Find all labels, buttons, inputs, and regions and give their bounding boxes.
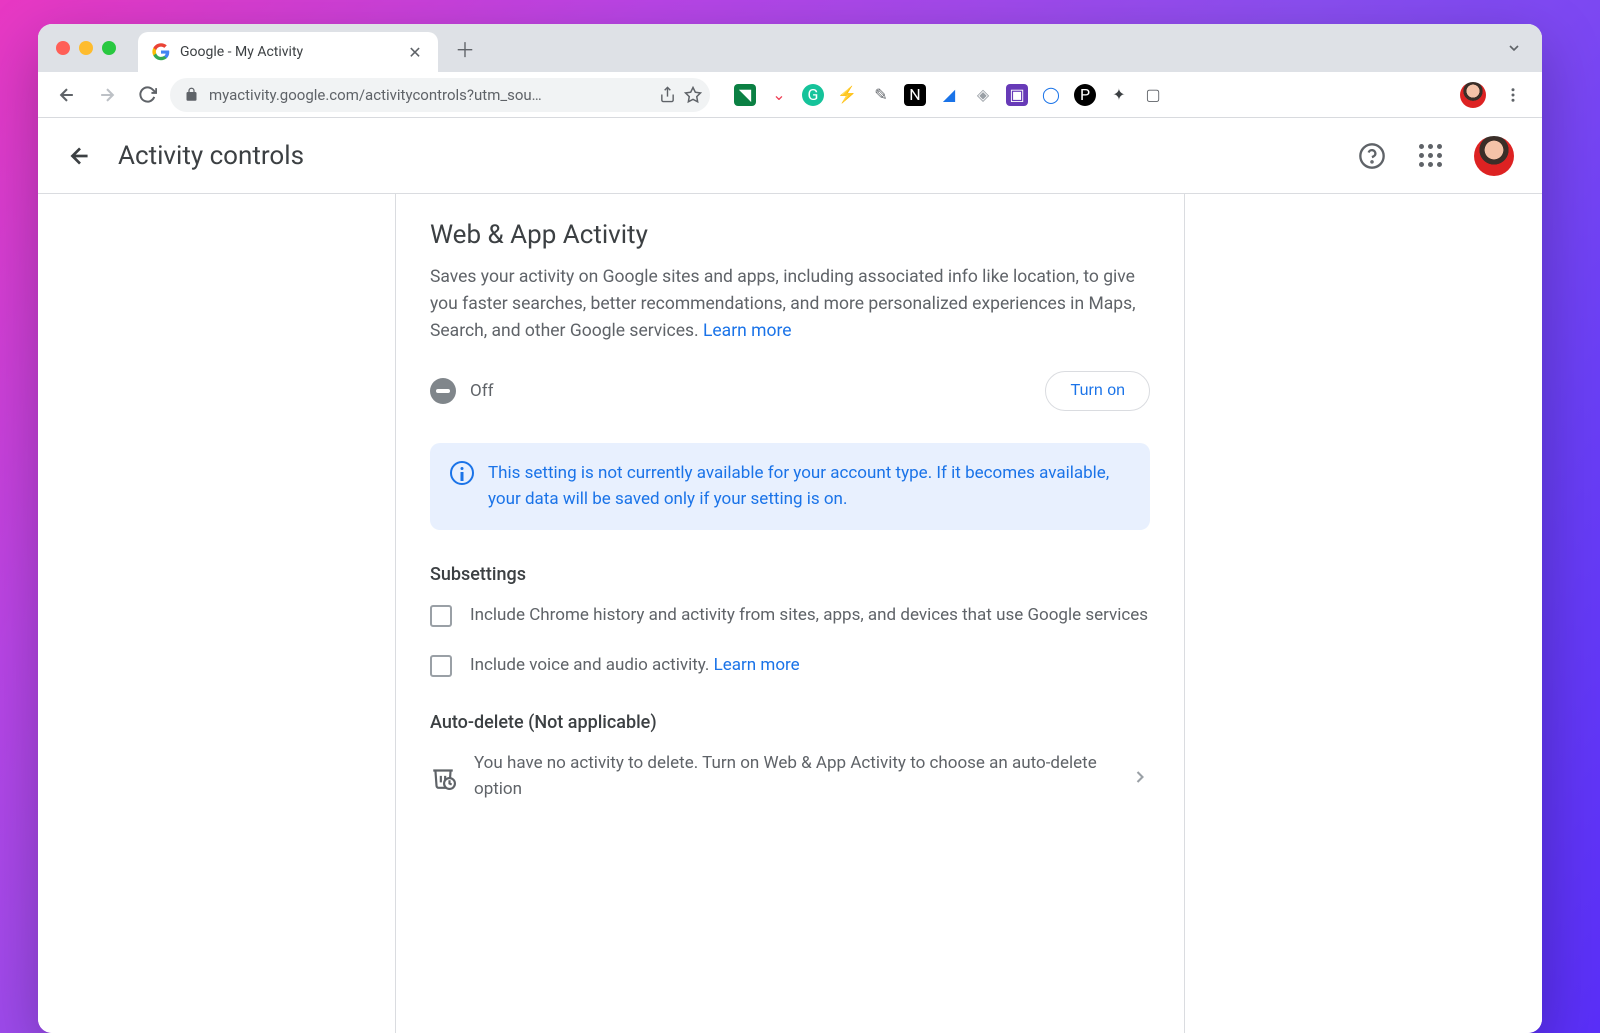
status-off-icon xyxy=(430,378,456,404)
status-row: Off Turn on xyxy=(430,371,1150,411)
checkbox-label: Include Chrome history and activity from… xyxy=(470,603,1148,629)
minimize-window-button[interactable] xyxy=(79,41,93,55)
subsettings-title: Subsettings xyxy=(430,564,1150,585)
window-controls xyxy=(56,41,116,55)
maximize-window-button[interactable] xyxy=(102,41,116,55)
ext-sail[interactable]: ◢ xyxy=(938,84,960,106)
nav-forward-button[interactable] xyxy=(90,78,124,112)
autodelete-text: You have no activity to delete. Turn on … xyxy=(474,751,1100,802)
bookmark-star-icon[interactable] xyxy=(684,86,702,104)
google-apps-button[interactable] xyxy=(1416,142,1444,170)
content-area: Web & App Activity Saves your activity o… xyxy=(38,194,1542,1033)
ext-puzzle[interactable]: ✦ xyxy=(1108,84,1130,106)
page-header: Activity controls xyxy=(38,118,1542,194)
learn-more-link[interactable]: Learn more xyxy=(703,321,792,341)
chevron-right-icon xyxy=(1130,767,1150,787)
ext-green-square[interactable]: ◥ xyxy=(734,84,756,106)
trash-clock-icon xyxy=(430,764,456,790)
lock-icon xyxy=(184,87,199,102)
reload-button[interactable] xyxy=(130,78,164,112)
ext-circle-badge[interactable]: ◯ xyxy=(1040,84,1062,106)
info-icon xyxy=(450,461,474,485)
browser-window: Google - My Activity ✕ ＋ myactivity.goog… xyxy=(38,24,1542,1033)
account-avatar[interactable] xyxy=(1474,136,1514,176)
browser-menu-button[interactable] xyxy=(1496,78,1530,112)
subsetting-chrome-history[interactable]: Include Chrome history and activity from… xyxy=(430,603,1150,629)
google-favicon-icon xyxy=(152,43,170,61)
ext-grammarly[interactable]: G xyxy=(802,84,824,106)
browser-tab[interactable]: Google - My Activity ✕ xyxy=(138,32,438,72)
checkbox-icon[interactable] xyxy=(430,655,452,677)
checkbox-label: Include voice and audio activity. Learn … xyxy=(470,653,800,679)
close-window-button[interactable] xyxy=(56,41,70,55)
extensions-row: ◥ ⌄ G ⚡ ✎ N ◢ ◈ ▣ ◯ P ✦ ▢ xyxy=(734,84,1164,106)
section-title: Web & App Activity xyxy=(430,220,1150,250)
ext-pocket[interactable]: ⌄ xyxy=(768,84,790,106)
page-back-button[interactable] xyxy=(66,142,94,170)
page-title: Activity controls xyxy=(118,141,304,171)
nav-back-button[interactable] xyxy=(50,78,84,112)
activity-card: Web & App Activity Saves your activity o… xyxy=(395,194,1185,1033)
autodelete-title: Auto-delete (Not applicable) xyxy=(430,712,1150,733)
ext-purple[interactable]: ▣ xyxy=(1006,84,1028,106)
autodelete-row[interactable]: You have no activity to delete. Turn on … xyxy=(430,751,1150,802)
address-bar[interactable]: myactivity.google.com/activitycontrols?u… xyxy=(170,78,710,112)
tab-strip: Google - My Activity ✕ ＋ xyxy=(38,24,1542,72)
ext-p-circle[interactable]: P xyxy=(1074,84,1096,106)
url-text: myactivity.google.com/activitycontrols?u… xyxy=(209,86,649,104)
ext-panel[interactable]: ▢ xyxy=(1142,84,1164,106)
share-icon[interactable] xyxy=(659,86,676,104)
tab-title: Google - My Activity xyxy=(180,44,396,60)
tabs-menu-button[interactable] xyxy=(1506,40,1522,56)
voice-learn-more-link[interactable]: Learn more xyxy=(714,655,800,675)
section-description: Saves your activity on Google sites and … xyxy=(430,264,1150,345)
ext-diamond[interactable]: ◈ xyxy=(972,84,994,106)
ext-edit[interactable]: ✎ xyxy=(870,84,892,106)
checkbox-icon[interactable] xyxy=(430,605,452,627)
ext-notion[interactable]: N xyxy=(904,84,926,106)
new-tab-button[interactable]: ＋ xyxy=(450,33,480,63)
turn-on-button[interactable]: Turn on xyxy=(1045,371,1150,411)
profile-avatar-small[interactable] xyxy=(1460,82,1486,108)
info-text: This setting is not currently available … xyxy=(488,461,1130,512)
ext-bolt[interactable]: ⚡ xyxy=(836,84,858,106)
info-banner: This setting is not currently available … xyxy=(430,443,1150,530)
status-label: Off xyxy=(470,381,494,401)
subsetting-voice-audio[interactable]: Include voice and audio activity. Learn … xyxy=(430,653,1150,679)
browser-toolbar: myactivity.google.com/activitycontrols?u… xyxy=(38,72,1542,118)
close-tab-button[interactable]: ✕ xyxy=(406,43,424,61)
help-button[interactable] xyxy=(1358,142,1386,170)
